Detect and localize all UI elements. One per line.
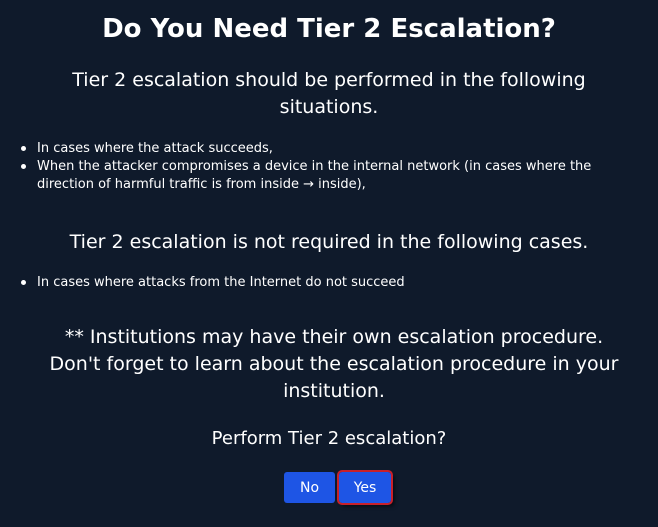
not-required-list: In cases where attacks from the Internet… — [0, 274, 600, 292]
required-list: In cases where the attack succeeds, When… — [0, 140, 600, 194]
list-item: In cases where attacks from the Internet… — [21, 274, 600, 292]
yes-button[interactable]: Yes — [337, 470, 393, 505]
required-heading: Tier 2 escalation should be performed in… — [72, 69, 586, 118]
dialog-title: Do You Need Tier 2 Escalation? — [102, 14, 556, 44]
list-item: In cases where the attack succeeds, — [21, 140, 600, 158]
no-button[interactable]: No — [284, 472, 335, 503]
not-required-heading: Tier 2 escalation is not required in the… — [69, 231, 589, 253]
escalation-dialog: Do You Need Tier 2 Escalation? Tier 2 es… — [0, 0, 658, 527]
escalation-question: Perform Tier 2 escalation? — [211, 428, 447, 449]
institution-note: ** Institutions may have their own escal… — [49, 326, 619, 402]
list-item: When the attacker compromises a device i… — [21, 158, 600, 194]
